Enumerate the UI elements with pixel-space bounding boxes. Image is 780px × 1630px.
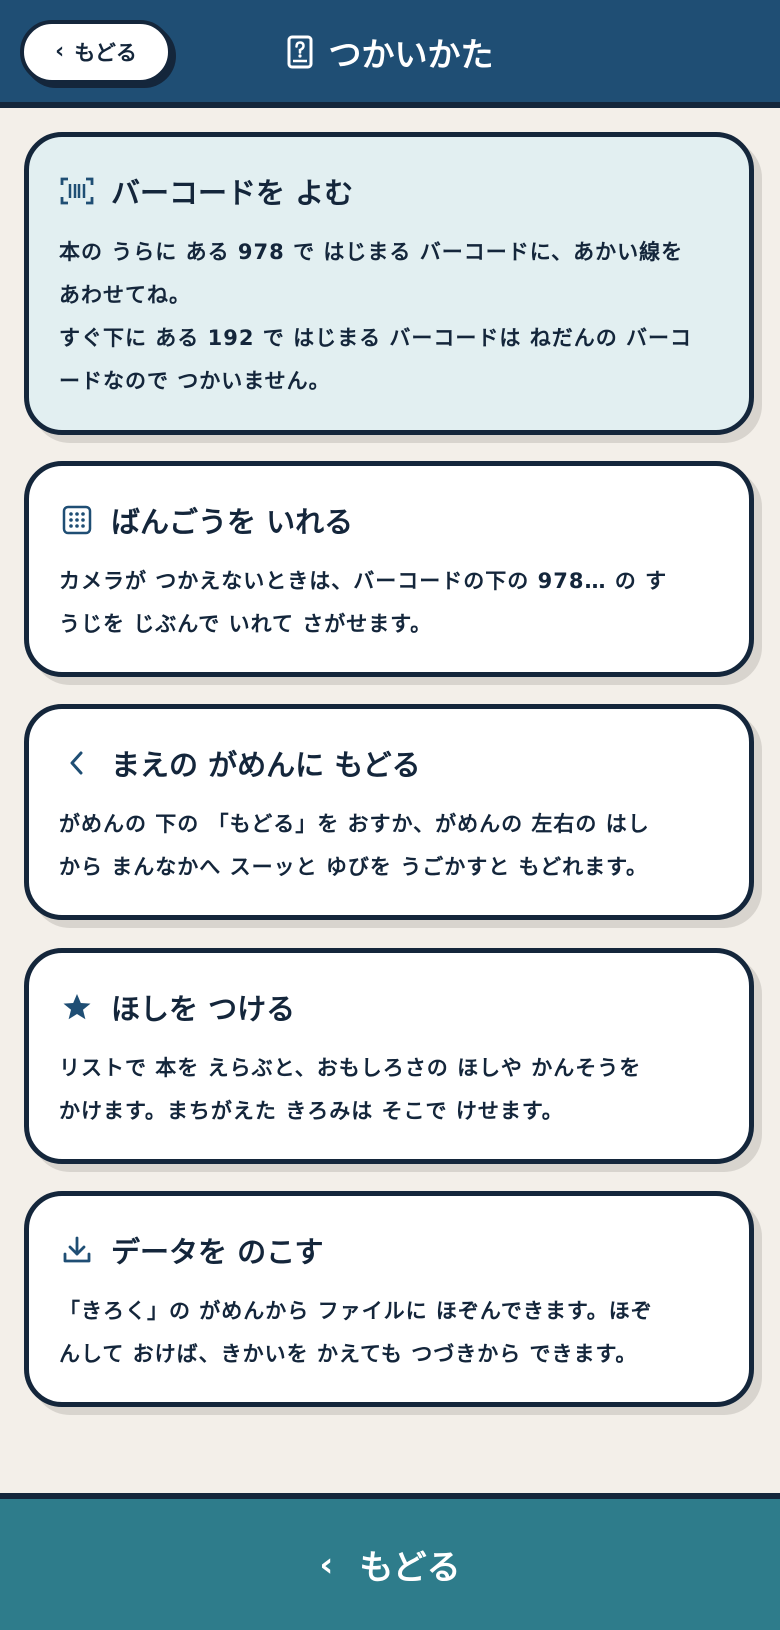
card-line: かけます。まちがえた きろみは そこで けせます。 <box>59 1099 564 1123</box>
help-card-stars: ほしを つける リストで 本を えらぶと、おもしろさの ほしや かんそうを かけ… <box>24 948 754 1164</box>
barcode-scan-icon <box>59 173 95 209</box>
page-title-text: つかいかた <box>328 35 494 74</box>
card-line: すぐ下に ある 192 で はじまる バーコードは ねだんの バーコ <box>59 326 693 350</box>
card-description: がめんの 下の 「もどる」を おすか、がめんの 左右の はし から まんなかへ … <box>59 803 719 889</box>
card-line: から まんなかへ スーッと ゆびを うごかすと もどれます。 <box>59 855 649 879</box>
card-line: ードなので つかいません。 <box>59 369 331 393</box>
page-title: つかいかた <box>0 26 780 78</box>
star-icon <box>59 989 95 1025</box>
card-line: あわせてね。 <box>59 283 191 307</box>
card-title: データを のこす <box>111 1235 324 1269</box>
app-header: ‹ もどる つかいかた <box>0 0 780 108</box>
chevron-left-icon: ‹ <box>319 1544 334 1585</box>
download-icon <box>59 1232 95 1268</box>
card-line: リストで 本を えらぶと、おもしろさの ほしや かんそうを <box>59 1056 642 1080</box>
chevron-left-icon <box>59 745 95 781</box>
card-description: 本の うらに ある 978 で はじまる バーコードに、あかい線を あわせてね。… <box>59 231 719 403</box>
card-line: うじを じぶんで いれて さがせます。 <box>59 612 433 636</box>
card-title: ばんごうを いれる <box>111 505 354 539</box>
help-card-barcode: バーコードを よむ 本の うらに ある 978 で はじまる バーコードに、あか… <box>24 132 754 435</box>
help-card-go-back: まえの がめんに もどる がめんの 下の 「もどる」を おすか、がめんの 左右の… <box>24 704 754 920</box>
card-description: 「きろく」の がめんから ファイルに ほぞんできます。ほぞ んして おけば、きか… <box>59 1290 719 1376</box>
card-title: バーコードを よむ <box>111 176 354 210</box>
card-line: 「きろく」の がめんから ファイルに ほぞんできます。ほぞ <box>59 1299 653 1323</box>
card-title: まえの がめんに もどる <box>111 748 421 782</box>
card-line: 本の うらに ある 978 で はじまる バーコードに、あかい線を <box>59 240 684 264</box>
footer-back-button[interactable]: ‹ もどる <box>0 1493 780 1630</box>
help-card-number-entry: ばんごうを いれる カメラが つかえないときは、バーコードの下の 978… の … <box>24 461 754 677</box>
keypad-icon <box>59 502 95 538</box>
card-line: んして おけば、きかいを かえても つづきから できます。 <box>59 1342 638 1366</box>
card-line: がめんの 下の 「もどる」を おすか、がめんの 左右の はし <box>59 812 650 836</box>
help-card-save-data: データを のこす 「きろく」の がめんから ファイルに ほぞんできます。ほぞ ん… <box>24 1191 754 1407</box>
card-description: リストで 本を えらぶと、おもしろさの ほしや かんそうを かけます。まちがえた… <box>59 1047 719 1133</box>
help-book-icon <box>287 35 313 69</box>
card-title: ほしを つける <box>111 992 296 1026</box>
card-line: カメラが つかえないときは、バーコードの下の 978… の す <box>59 569 668 593</box>
footer-back-label: もどる <box>359 1548 461 1588</box>
card-description: カメラが つかえないときは、バーコードの下の 978… の す うじを じぶんで… <box>59 560 719 646</box>
